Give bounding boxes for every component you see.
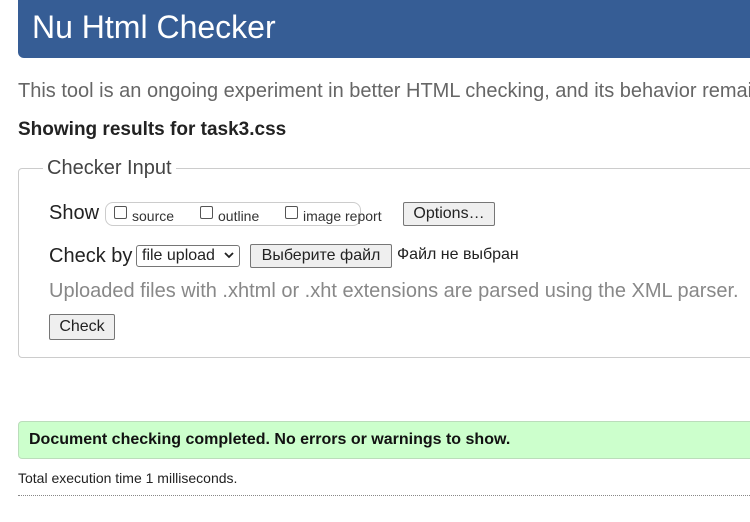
choose-file-button[interactable]: Выберите файл [250, 244, 392, 268]
checker-input-fieldset: Checker Input Show source outline image … [18, 157, 750, 358]
success-message: Document checking completed. No errors o… [29, 431, 511, 448]
show-options-group: source outline image report [105, 202, 382, 226]
outline-checkbox[interactable] [200, 206, 213, 219]
options-button[interactable]: Options… [403, 202, 495, 226]
show-outline-option[interactable]: outline [200, 205, 259, 224]
page: Nu Html Checker This tool is an ongoing … [0, 0, 750, 522]
xml-parser-hint: Uploaded files with .xhtml or .xht exten… [49, 280, 739, 302]
source-checkbox[interactable] [114, 206, 127, 219]
check-by-selected-value: file upload [142, 247, 215, 264]
show-label: Show [49, 202, 100, 224]
success-message-box: Document checking completed. No errors o… [18, 421, 750, 459]
check-by-select[interactable]: file upload [136, 245, 240, 267]
header-banner: Nu Html Checker [18, 0, 750, 58]
no-file-chosen-text: Файл не выбран [397, 246, 519, 263]
show-source-option[interactable]: source [114, 205, 174, 224]
image-report-checkbox-label: image report [303, 208, 382, 224]
check-by-label: Check by [49, 245, 133, 267]
show-image-report-option[interactable]: image report [285, 205, 382, 224]
intro-text: This tool is an ongoing experiment in be… [18, 80, 750, 102]
execution-time: Total execution time 1 milliseconds. [18, 470, 238, 486]
results-heading: Showing results for task3.css [18, 119, 287, 140]
page-title: Nu Html Checker [32, 9, 276, 45]
checker-input-legend: Checker Input [43, 157, 176, 180]
divider [18, 495, 750, 496]
outline-checkbox-label: outline [218, 208, 260, 224]
image-report-checkbox[interactable] [285, 206, 298, 219]
check-button[interactable]: Check [49, 314, 115, 340]
source-checkbox-label: source [132, 208, 175, 224]
chevron-down-icon [224, 252, 234, 259]
